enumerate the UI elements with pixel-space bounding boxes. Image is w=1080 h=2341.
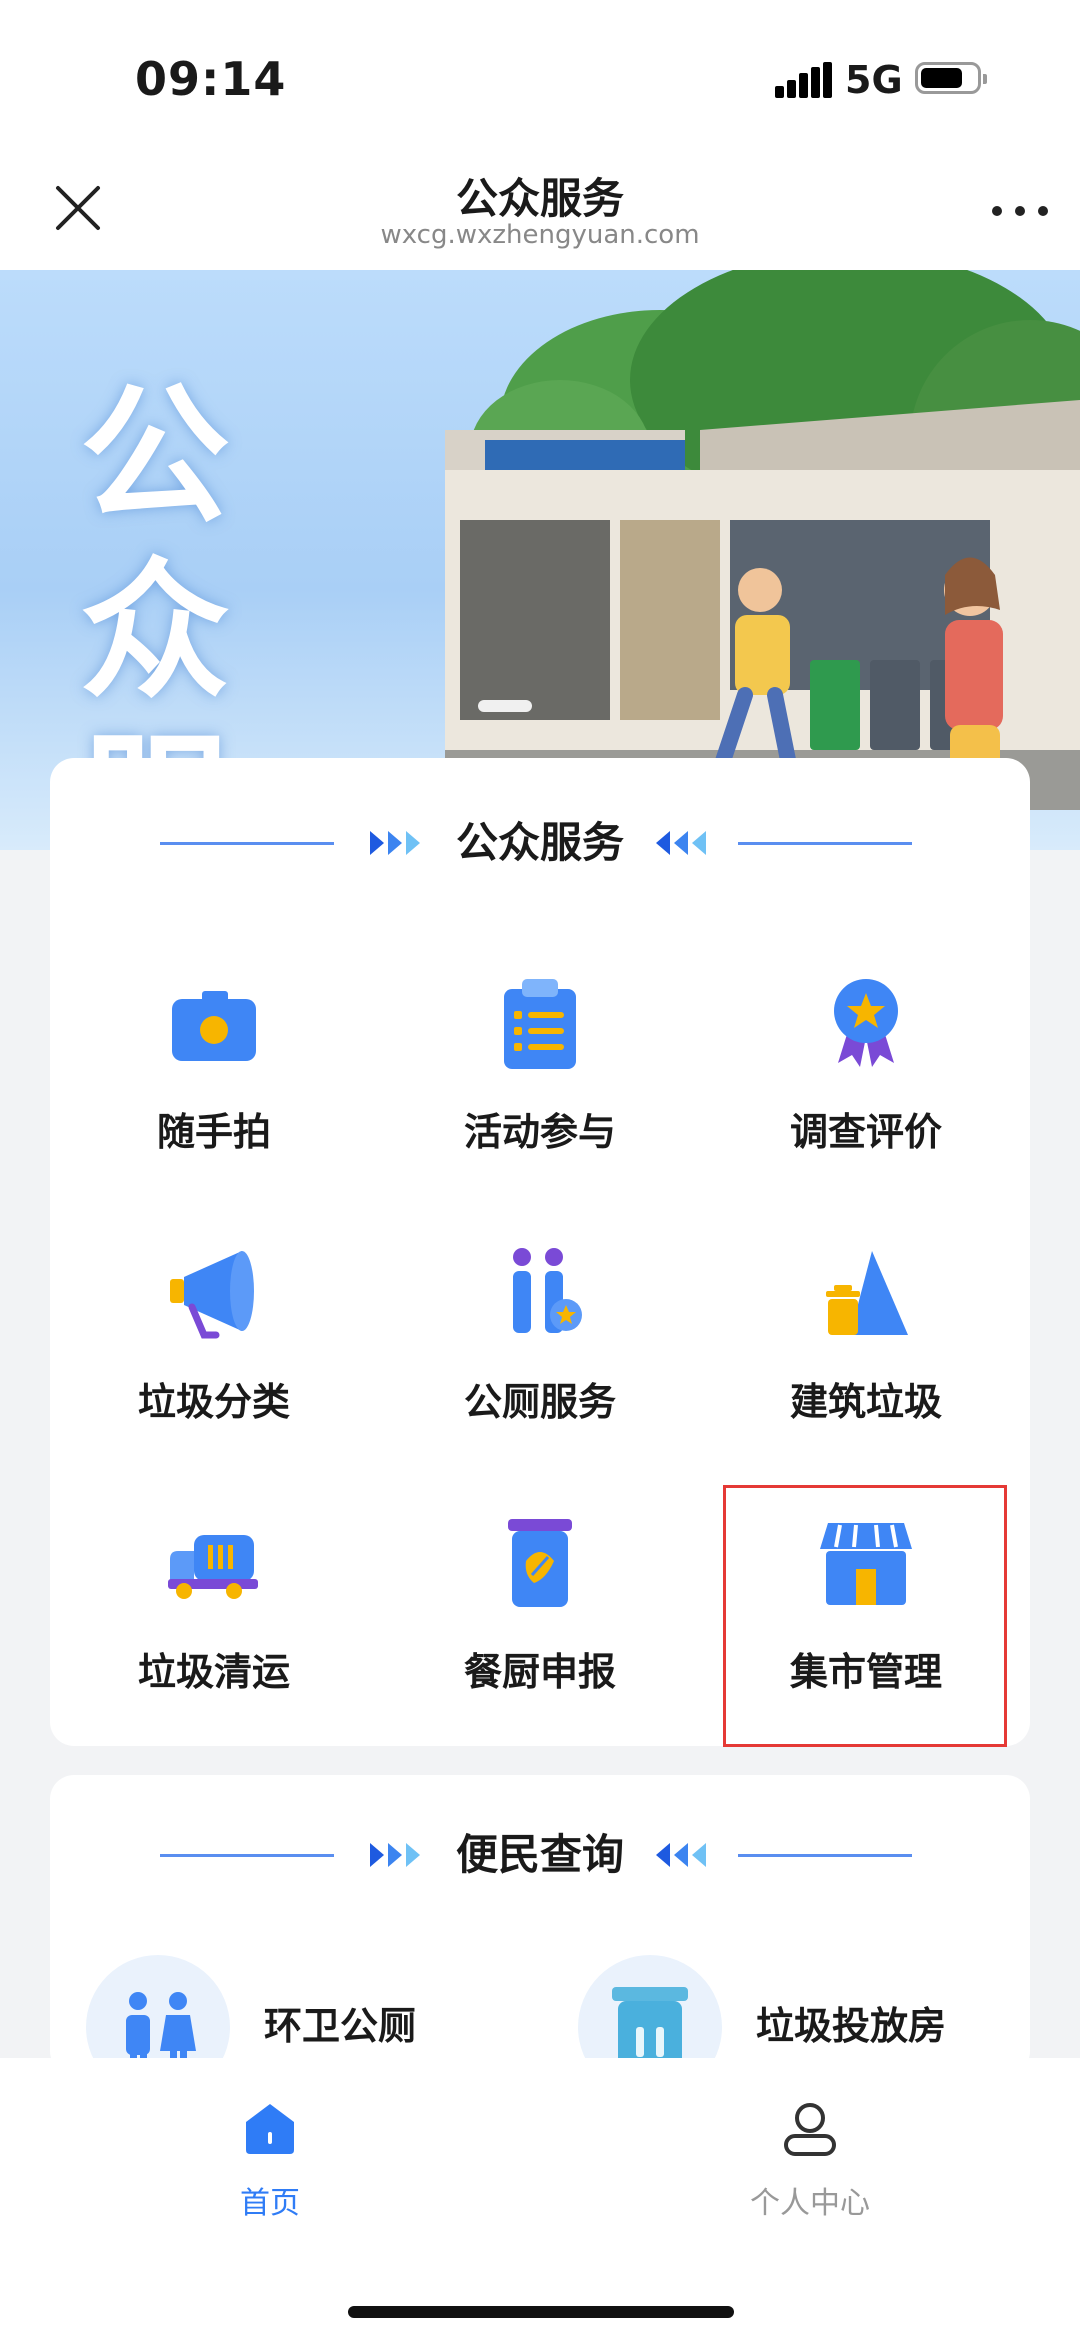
nav-bar: 公众服务 wxcg.wxzhengyuan.com — [0, 150, 1080, 270]
signal-icon — [775, 62, 832, 98]
camera-icon — [172, 991, 256, 1061]
query-label: 垃圾投放房 — [756, 2004, 947, 2048]
service-item-activity[interactable]: 活动参与 — [376, 943, 704, 1211]
service-label: 集市管理 — [789, 1650, 942, 1694]
convenience-query-card: 便民查询 环卫公厕 垃圾投放房 — [50, 1775, 1030, 2099]
chevron-left-icon — [656, 831, 706, 855]
query-item-public-toilet[interactable]: 环卫公厕 — [86, 1955, 506, 2099]
service-label: 公厕服务 — [463, 1380, 616, 1424]
award-medal-icon — [834, 979, 898, 1067]
market-stall-icon — [820, 1523, 912, 1605]
tab-bar: 首页 个人中心 — [0, 2058, 1080, 2341]
section-header: 便民查询 — [50, 1825, 1030, 1885]
tab-label: 首页 — [240, 2186, 300, 2221]
service-item-market[interactable]: 集市管理 — [702, 1483, 1030, 1751]
restroom-icon — [513, 1248, 582, 1333]
service-item-collection[interactable]: 垃圾清运 — [50, 1483, 378, 1751]
service-item-survey[interactable]: 调查评价 — [702, 943, 1030, 1211]
carousel-indicator — [478, 700, 532, 712]
tab-profile[interactable]: 个人中心 — [690, 2098, 930, 2238]
chevron-left-icon — [656, 1843, 706, 1867]
construction-waste-icon — [826, 1251, 908, 1335]
service-label: 调查评价 — [789, 1110, 942, 1154]
network-type: 5G — [845, 58, 903, 102]
page-url: wxcg.wxzhengyuan.com — [380, 220, 700, 250]
divider-line — [738, 1854, 912, 1857]
more-icon[interactable] — [990, 190, 1050, 230]
megaphone-icon — [170, 1251, 254, 1339]
home-indicator — [348, 2306, 734, 2318]
service-label: 垃圾清运 — [137, 1650, 290, 1694]
page-title: 公众服务 — [455, 174, 624, 223]
user-icon — [784, 2103, 836, 2156]
section-header: 公众服务 — [50, 813, 1030, 873]
service-label: 随手拍 — [156, 1110, 271, 1154]
service-item-kitchen[interactable]: 餐厨申报 — [376, 1483, 704, 1751]
service-item-construction[interactable]: 建筑垃圾 — [702, 1213, 1030, 1481]
query-item-trash-room[interactable]: 垃圾投放房 — [578, 1955, 1008, 2099]
garbage-truck-icon — [168, 1535, 258, 1599]
status-time: 09:14 — [135, 52, 287, 106]
service-item-toilet[interactable]: 公厕服务 — [376, 1213, 704, 1481]
home-icon — [246, 2104, 294, 2154]
service-item-sorting[interactable]: 垃圾分类 — [50, 1213, 378, 1481]
divider-line — [738, 842, 912, 845]
kitchen-waste-bin-icon — [508, 1519, 572, 1607]
public-services-card: 公众服务 随手拍 活动参与 调查评价 垃圾分类 公厕服务 建筑垃圾 垃圾清运 餐… — [50, 758, 1030, 1746]
service-label: 活动参与 — [463, 1110, 616, 1154]
query-label: 环卫公厕 — [264, 2004, 417, 2048]
service-item-snapshot[interactable]: 随手拍 — [50, 943, 378, 1211]
service-label: 建筑垃圾 — [789, 1380, 942, 1424]
tab-label: 个人中心 — [750, 2186, 870, 2221]
battery-icon — [915, 62, 987, 94]
service-label: 餐厨申报 — [463, 1650, 616, 1694]
service-label: 垃圾分类 — [137, 1380, 290, 1424]
tab-home[interactable]: 首页 — [150, 2098, 390, 2238]
clipboard-list-icon — [504, 979, 576, 1069]
status-bar: 09:14 5G — [0, 0, 1080, 150]
